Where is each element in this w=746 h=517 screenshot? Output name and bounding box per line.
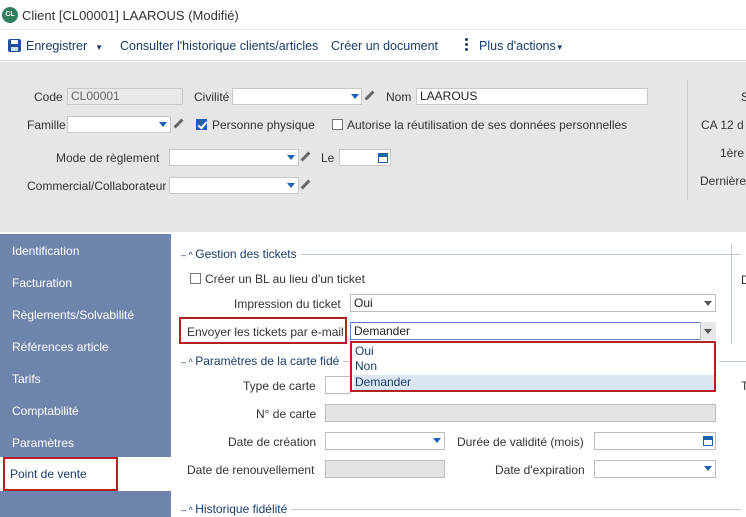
- carte-fidelite-section[interactable]: – ^ Paramètres de la carte fidé: [181, 354, 344, 368]
- duree-validite-label: Durée de validité (mois): [457, 435, 584, 449]
- mode-reglement-label: Mode de règlement: [56, 151, 160, 165]
- famille-select[interactable]: [67, 116, 171, 133]
- numero-carte-label: N° de carte: [256, 407, 317, 421]
- more-vertical-icon[interactable]: [465, 38, 469, 54]
- creer-bl-checkbox[interactable]: [190, 273, 201, 284]
- more-actions-button[interactable]: Plus d'actions▼: [479, 39, 564, 53]
- sidebar-item-tarifs[interactable]: Tarifs: [12, 372, 41, 386]
- highlight-box: [3, 457, 118, 491]
- highlight-box: [179, 317, 347, 344]
- column-separator: [731, 244, 732, 344]
- sidebar-item-references-article[interactable]: Références article: [12, 340, 109, 354]
- famille-label: Famille: [27, 118, 66, 132]
- right-stat-label: Dernière: [700, 174, 746, 188]
- chevron-down-icon: ▼: [555, 43, 564, 52]
- chevron-down-icon[interactable]: [287, 155, 295, 160]
- dropdown-option[interactable]: Non: [355, 359, 377, 373]
- right-edge-label: T: [741, 379, 746, 393]
- autorise-reutilisation-label: Autorise la réutilisation de ses données…: [347, 118, 628, 132]
- edit-pencil-icon[interactable]: [300, 152, 310, 162]
- date-creation-field[interactable]: [325, 432, 445, 450]
- chevron-down-icon[interactable]: [704, 329, 712, 334]
- chevron-down-icon[interactable]: [704, 466, 712, 471]
- right-stat-label: 1ère: [720, 146, 745, 160]
- more-actions-label: Plus d'actions: [479, 39, 556, 53]
- header-separator: [687, 80, 688, 200]
- sidebar-item-identification[interactable]: Identification: [12, 244, 79, 258]
- right-stat-label: CA 12 d: [701, 118, 744, 132]
- chevron-down-icon[interactable]: [287, 183, 295, 188]
- calendar-icon[interactable]: [703, 436, 713, 446]
- autorise-reutilisation-checkbox[interactable]: [332, 119, 343, 130]
- nom-field[interactable]: LAAROUS: [416, 88, 648, 105]
- duree-validite-field[interactable]: [594, 432, 716, 450]
- sidebar-item-facturation[interactable]: Facturation: [12, 276, 72, 290]
- date-creation-label: Date de création: [228, 435, 317, 449]
- chevron-down-icon[interactable]: [704, 301, 712, 306]
- collapse-icon[interactable]: – ^: [181, 505, 195, 515]
- type-carte-label: Type de carte: [243, 379, 316, 393]
- create-document-button[interactable]: Créer un document: [331, 39, 438, 53]
- collapse-icon[interactable]: – ^: [181, 357, 195, 367]
- personne-physique-checkbox[interactable]: [196, 119, 207, 130]
- carte-fidelite-title: Paramètres de la carte fidé: [195, 354, 340, 368]
- envoyer-tickets-dropdown-list: Oui Non Demander: [350, 341, 716, 392]
- right-edge-label: D: [741, 273, 746, 287]
- code-field[interactable]: CL00001: [67, 88, 183, 105]
- save-label: Enregistrer: [26, 39, 88, 53]
- window-title: Client [CL00001] LAAROUS (Modifié): [22, 8, 239, 23]
- civilite-label: Civilité: [194, 90, 230, 104]
- code-label: Code: [34, 90, 63, 104]
- date-expiration-label: Date d'expiration: [495, 463, 585, 477]
- sidebar-item-reglements[interactable]: Règlements/Solvabilité: [12, 308, 134, 322]
- mode-reglement-select[interactable]: [169, 149, 299, 166]
- historique-fidelite-title: Historique fidélité: [195, 502, 288, 516]
- commercial-label: Commercial/Collaborateur: [27, 179, 167, 193]
- le-label: Le: [321, 151, 335, 165]
- chevron-down-icon[interactable]: ▼: [91, 43, 103, 52]
- gestion-tickets-title: Gestion des tickets: [195, 247, 297, 261]
- date-expiration-field[interactable]: [594, 460, 716, 478]
- save-button[interactable]: Enregistrer ▼: [26, 39, 103, 53]
- gestion-tickets-section[interactable]: – ^ Gestion des tickets: [181, 247, 301, 261]
- date-renouvellement-label: Date de renouvellement: [187, 463, 315, 477]
- collapse-icon[interactable]: – ^: [181, 250, 195, 260]
- chevron-down-icon[interactable]: [433, 438, 441, 443]
- sidebar-item-comptabilite[interactable]: Comptabilité: [12, 404, 79, 418]
- envoyer-tickets-select[interactable]: Demander: [350, 322, 716, 340]
- type-carte-select[interactable]: [325, 376, 351, 394]
- edit-pencil-icon[interactable]: [173, 119, 183, 129]
- commercial-select[interactable]: [169, 177, 299, 194]
- numero-carte-field[interactable]: [325, 404, 716, 422]
- personne-physique-label: Personne physique: [212, 118, 315, 132]
- history-button[interactable]: Consulter l'historique clients/articles: [120, 39, 318, 53]
- title-bar: CL Client [CL00001] LAAROUS (Modifié): [0, 0, 746, 30]
- edit-pencil-icon[interactable]: [364, 91, 374, 101]
- sidebar-item-parametres[interactable]: Paramètres: [12, 436, 74, 450]
- historique-fidelite-section[interactable]: – ^ Historique fidélité: [181, 502, 292, 516]
- right-stat-label: S: [741, 90, 746, 104]
- calendar-icon[interactable]: [378, 153, 388, 163]
- impression-ticket-label: Impression du ticket: [234, 297, 341, 311]
- save-icon[interactable]: [8, 39, 21, 52]
- chevron-down-icon[interactable]: [159, 122, 167, 127]
- section-divider: [719, 361, 746, 362]
- creer-bl-label: Créer un BL au lieu d'un ticket: [205, 272, 365, 286]
- nom-label: Nom: [386, 90, 412, 104]
- chevron-down-icon[interactable]: [351, 94, 359, 99]
- date-renouvellement-field[interactable]: [325, 460, 445, 478]
- civilite-select[interactable]: [232, 88, 362, 105]
- dropdown-option-selected[interactable]: Demander: [355, 375, 411, 389]
- dropdown-option[interactable]: Oui: [355, 344, 374, 358]
- app-logo: CL: [2, 7, 18, 23]
- impression-ticket-select[interactable]: Oui: [350, 294, 716, 312]
- edit-pencil-icon[interactable]: [300, 180, 310, 190]
